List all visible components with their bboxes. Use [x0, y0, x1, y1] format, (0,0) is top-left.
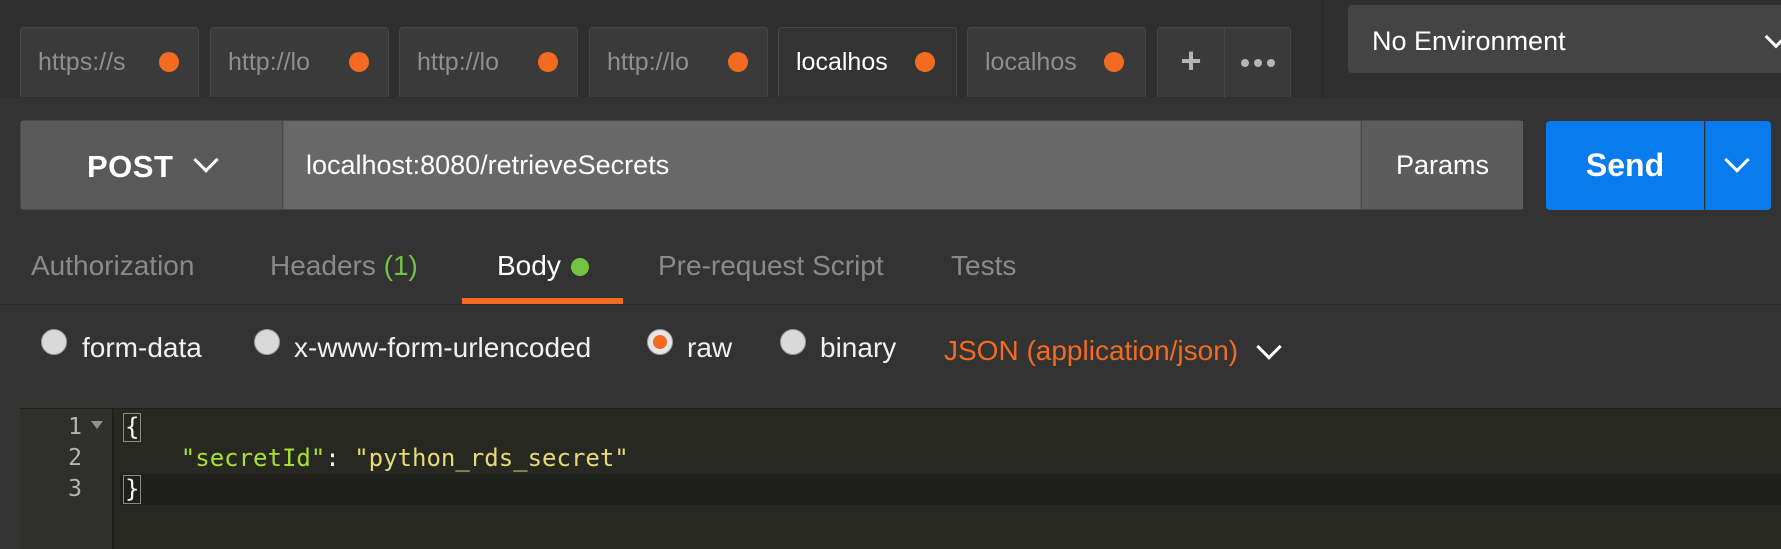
request-tab-5-active[interactable]: localhos: [778, 27, 957, 97]
request-tab-1[interactable]: https://s: [20, 27, 199, 97]
code-line: "secretId": "python_rds_secret": [120, 443, 1781, 474]
code-brace-close: }: [123, 475, 142, 504]
radio-raw-label[interactable]: raw: [687, 332, 732, 364]
method-label: POST: [87, 149, 174, 184]
tab-label: http://lo: [417, 48, 499, 76]
request-subtabs: Authorization Headers (1) Body Pre-reque…: [0, 240, 1781, 305]
content-type-select[interactable]: JSON (application/json): [944, 335, 1238, 367]
tab-label: https://s: [38, 48, 126, 76]
code-separator: :: [325, 444, 355, 472]
unsaved-dot-icon: [159, 52, 179, 72]
params-button[interactable]: Params: [1361, 121, 1523, 209]
headers-count-badge: (1): [383, 250, 418, 281]
request-tab-4[interactable]: http://lo: [589, 27, 768, 97]
method-select[interactable]: POST: [21, 121, 283, 209]
radio-urlencoded-label[interactable]: x-www-form-urlencoded: [294, 332, 591, 364]
chevron-down-icon: [193, 147, 219, 173]
editor-gutter: 1 2 3: [20, 409, 114, 549]
send-button[interactable]: Send: [1546, 121, 1704, 210]
url-input[interactable]: [284, 121, 1360, 209]
request-bar: POST Params: [20, 120, 1523, 210]
tab-label: http://lo: [607, 48, 689, 76]
request-tab-2[interactable]: http://lo: [210, 27, 389, 97]
code-brace-open: {: [123, 413, 142, 442]
radio-form-data-label[interactable]: form-data: [82, 332, 202, 364]
body-code-editor[interactable]: 1 2 3 { "secretId": "python_rds_secret" …: [20, 408, 1781, 549]
code-line-current: }: [120, 474, 1781, 505]
tab-label: localhos: [985, 48, 1077, 76]
line-number: 3: [68, 476, 82, 502]
tab-headers-label: Headers: [270, 250, 376, 281]
request-tab-6[interactable]: localhos: [967, 27, 1146, 97]
radio-urlencoded[interactable]: [254, 329, 280, 355]
more-icon[interactable]: [1225, 28, 1291, 98]
tab-prerequest-script[interactable]: Pre-request Script: [658, 250, 884, 282]
unsaved-dot-icon: [538, 52, 558, 72]
plus-icon[interactable]: +: [1158, 28, 1224, 98]
radio-raw[interactable]: [647, 329, 673, 355]
unsaved-dot-icon: [349, 52, 369, 72]
header-divider: [1322, 0, 1324, 98]
tab-body[interactable]: Body: [497, 250, 561, 282]
tab-label: http://lo: [228, 48, 310, 76]
tab-label: localhos: [796, 48, 888, 76]
tab-tests[interactable]: Tests: [951, 250, 1016, 282]
radio-binary[interactable]: [780, 329, 806, 355]
code-json-key: "secretId": [180, 444, 326, 472]
tab-authorization[interactable]: Authorization: [31, 250, 194, 282]
unsaved-dot-icon: [728, 52, 748, 72]
chevron-down-icon[interactable]: [1256, 334, 1282, 360]
request-tab-bar: https://s http://lo http://lo http://lo …: [0, 0, 1781, 98]
radio-form-data[interactable]: [41, 329, 67, 355]
unsaved-dot-icon: [915, 52, 935, 72]
tab-actions: +: [1157, 27, 1291, 98]
environment-selected-label: No Environment: [1372, 26, 1566, 56]
active-tab-indicator: [462, 298, 623, 304]
code-line: {: [120, 412, 1781, 443]
radio-binary-label[interactable]: binary: [820, 332, 896, 364]
send-dropdown-button[interactable]: [1705, 121, 1771, 210]
environment-select[interactable]: No Environment: [1348, 5, 1781, 73]
line-number: 2: [68, 445, 82, 471]
body-status-dot-icon: [571, 258, 589, 276]
fold-arrow-icon[interactable]: [91, 421, 103, 429]
code-json-value: "python_rds_secret": [354, 444, 629, 472]
unsaved-dot-icon: [1104, 52, 1124, 72]
request-tab-3[interactable]: http://lo: [399, 27, 578, 97]
tab-headers[interactable]: Headers (1): [270, 250, 418, 282]
line-number: 1: [68, 414, 82, 440]
chevron-down-icon: [1724, 147, 1750, 173]
chevron-down-icon: [1764, 25, 1781, 49]
